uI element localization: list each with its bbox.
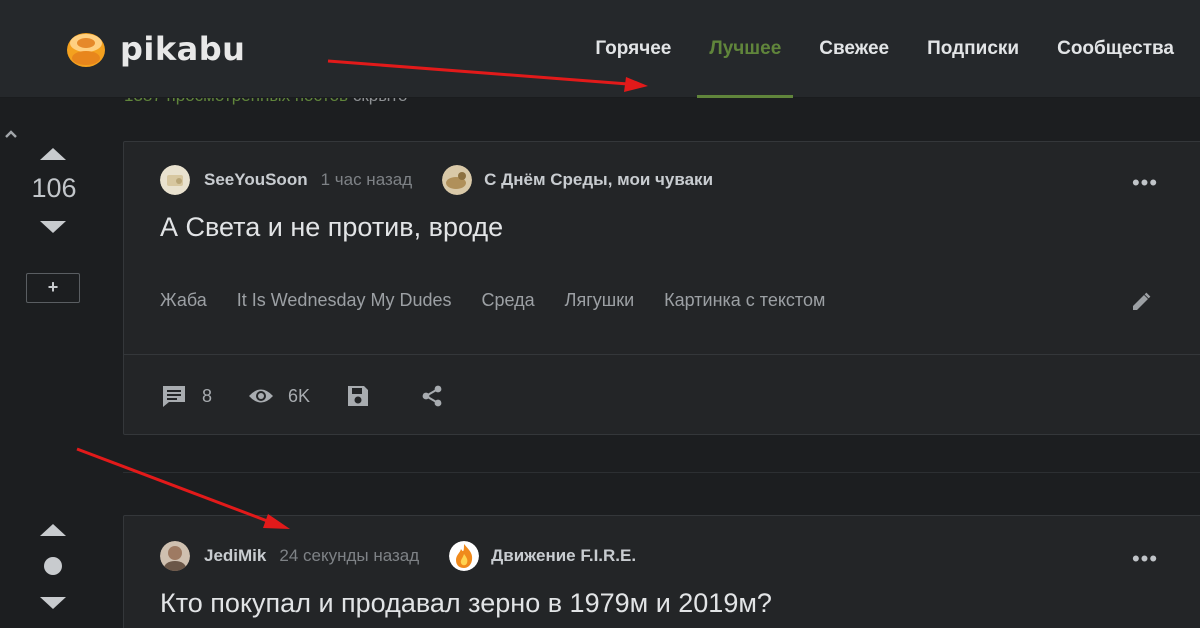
author-avatar[interactable] (160, 541, 190, 571)
story-card: SeeYouSoon 1 час назад С Днём Среды, мои… (123, 141, 1200, 435)
story-header: JediMik 24 секунды назад Движение F.I.R.… (160, 540, 636, 572)
story-title[interactable]: А Света и не против, вроде (160, 212, 503, 243)
share-icon (422, 385, 442, 407)
views-counter: 6K (248, 386, 310, 407)
post-time: 24 секунды назад (279, 546, 420, 565)
comments-button[interactable]: 8 (160, 383, 212, 409)
story-footer: 8 6K (160, 380, 494, 412)
story-title[interactable]: Кто покупал и продавал зерно в 1979м и 2… (160, 588, 772, 619)
pikabu-logo-icon (67, 33, 105, 67)
top-header: pikabu Горячее Лучшее Свежее Подписки Со… (0, 0, 1200, 98)
author-name[interactable]: JediMik (204, 546, 266, 566)
post-rating: 106 (31, 173, 77, 203)
logo-text: pikabu (120, 30, 246, 68)
community-avatar[interactable] (449, 541, 480, 571)
downvote-icon[interactable] (38, 219, 68, 235)
nav-label: Сообщества (1057, 38, 1174, 59)
save-button[interactable] (346, 384, 384, 408)
save-post-button[interactable]: + (26, 273, 80, 303)
nav-new[interactable]: Свежее (800, 0, 908, 98)
tag-link[interactable]: Лягушки (565, 290, 635, 311)
upvote-icon[interactable] (38, 522, 68, 538)
tag-link[interactable]: Картинка с текстом (664, 290, 825, 311)
main-nav: Горячее Лучшее Свежее Подписки Сообществ… (576, 0, 1200, 98)
comments-count: 8 (202, 385, 213, 406)
nav-hot[interactable]: Горячее (576, 0, 690, 98)
nav-label: Свежее (819, 38, 890, 59)
community-name[interactable]: С Днём Среды, мои чуваки (484, 170, 713, 190)
rating-sidebar: 106 + (0, 98, 108, 628)
floppy-save-icon (348, 386, 369, 406)
views-count: 6K (288, 385, 311, 406)
nav-subscriptions[interactable]: Подписки (908, 0, 1038, 98)
downvote-icon[interactable] (38, 595, 68, 611)
author-name[interactable]: SeeYouSoon (204, 170, 308, 190)
stories-divider (123, 472, 1200, 473)
nav-label: Горячее (595, 38, 672, 59)
story-tags: Жаба It Is Wednesday My Dudes Среда Лягу… (160, 290, 855, 311)
community-name[interactable]: Движение F.I.R.E. (491, 546, 636, 566)
nav-label: Лучшее (709, 38, 782, 59)
more-options-button[interactable]: ••• (1130, 548, 1160, 576)
share-button[interactable] (420, 384, 458, 408)
story-header: SeeYouSoon 1 час назад С Днём Среды, мои… (160, 164, 713, 196)
story-card: JediMik 24 секунды назад Движение F.I.R.… (123, 515, 1200, 628)
eye-icon (249, 389, 274, 403)
tag-link[interactable]: It Is Wednesday My Dudes (237, 290, 452, 311)
tag-link[interactable]: Среда (482, 290, 535, 311)
tag-link[interactable]: Жаба (160, 290, 207, 311)
more-options-button[interactable]: ••• (1130, 172, 1160, 200)
rating-hidden-dot (44, 557, 62, 575)
upvote-icon[interactable] (38, 146, 68, 162)
edit-tags-icon[interactable] (1130, 291, 1152, 313)
community-avatar[interactable] (442, 165, 473, 195)
post-time: 1 час назад (320, 170, 413, 189)
fire-icon (449, 541, 480, 571)
nav-best[interactable]: Лучшее (690, 0, 800, 98)
author-avatar[interactable] (160, 165, 190, 195)
nav-label: Подписки (927, 38, 1020, 59)
story-divider (124, 354, 1200, 355)
nav-communities[interactable]: Сообщества (1038, 0, 1200, 98)
comment-icon (163, 386, 185, 407)
pikabu-logo[interactable]: pikabu (64, 27, 245, 71)
